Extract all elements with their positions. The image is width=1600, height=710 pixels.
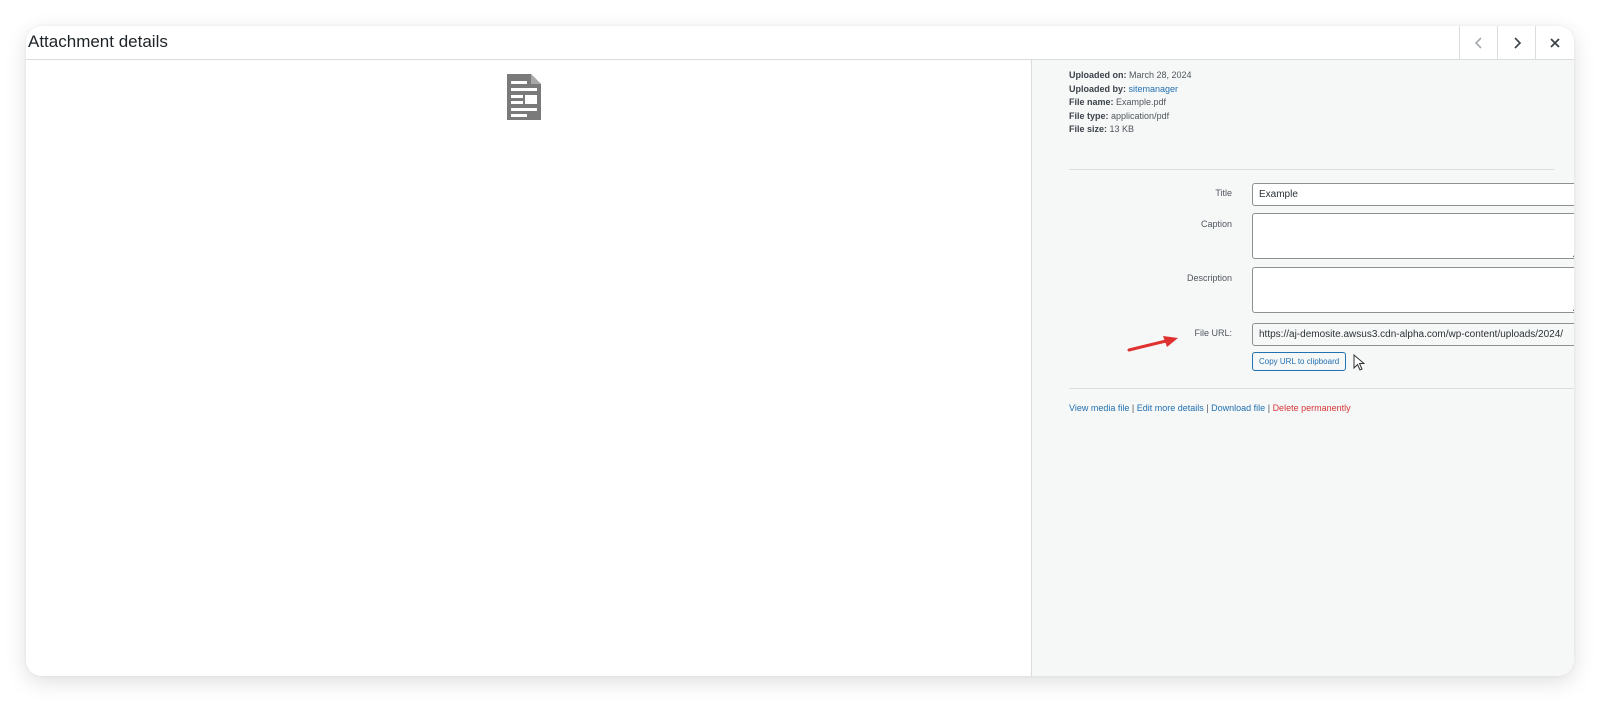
- file-size: File size: 13 KB: [1069, 123, 1192, 137]
- modal-header: Attachment details: [26, 26, 1574, 60]
- attachment-details-sidebar: Uploaded on: March 28, 2024 Uploaded by:…: [1031, 60, 1574, 676]
- attachment-preview: [26, 60, 1031, 676]
- file-type: File type: application/pdf: [1069, 110, 1192, 124]
- actions-separator: |: [1131, 403, 1135, 413]
- caption-textarea[interactable]: [1252, 213, 1574, 259]
- attachment-details-modal: Attachment details Uploaded on: March 28…: [26, 26, 1574, 676]
- modal-title: Attachment details: [28, 32, 168, 51]
- edit-more-details-link[interactable]: Edit more details: [1137, 403, 1204, 413]
- description-textarea[interactable]: [1252, 267, 1574, 313]
- view-media-file-link[interactable]: View media file: [1069, 403, 1129, 413]
- chevron-left-icon: [1472, 36, 1486, 50]
- previous-button[interactable]: [1459, 26, 1498, 59]
- meta-divider: [1069, 169, 1554, 170]
- file-size-label: File size:: [1069, 124, 1108, 134]
- document-icon: [505, 72, 543, 127]
- annotation-arrow-icon: [1126, 334, 1182, 359]
- uploaded-on: Uploaded on: March 28, 2024: [1069, 69, 1192, 83]
- file-name-value: Example.pdf: [1116, 97, 1167, 107]
- file-name: File name: Example.pdf: [1069, 96, 1192, 110]
- copy-url-button[interactable]: Copy URL to clipboard: [1252, 352, 1347, 371]
- file-type-value: application/pdf: [1111, 110, 1170, 121]
- chevron-right-icon: [1510, 36, 1524, 50]
- actions-divider: [1069, 388, 1574, 389]
- next-button[interactable]: [1497, 26, 1536, 59]
- file-url-input[interactable]: [1252, 323, 1574, 346]
- uploaded-by-label: Uploaded by:: [1069, 83, 1127, 94]
- uploaded-by: Uploaded by: sitemanager: [1069, 83, 1192, 97]
- file-name-label: File name:: [1069, 97, 1114, 107]
- actions-separator: |: [1267, 403, 1271, 413]
- download-file-link[interactable]: Download file: [1211, 403, 1265, 413]
- file-size-value: 13 KB: [1109, 124, 1135, 134]
- close-icon: [1549, 37, 1561, 49]
- title-input[interactable]: [1252, 183, 1574, 206]
- attachment-actions: View media file | Edit more details | Do…: [1069, 403, 1351, 413]
- mouse-cursor-icon: [1353, 353, 1366, 377]
- uploaded-by-link[interactable]: sitemanager: [1129, 84, 1179, 94]
- caption-label: Caption: [1200, 219, 1232, 229]
- description-label: Description: [1186, 273, 1232, 283]
- uploaded-on-value: March 28, 2024: [1129, 70, 1192, 80]
- file-meta: Uploaded on: March 28, 2024 Uploaded by:…: [1069, 69, 1192, 137]
- close-button[interactable]: [1535, 26, 1574, 59]
- delete-permanently-link[interactable]: Delete permanently: [1273, 403, 1351, 413]
- title-label: Title: [1215, 188, 1232, 198]
- file-type-label: File type:: [1069, 110, 1109, 121]
- uploaded-on-label: Uploaded on:: [1069, 70, 1127, 80]
- actions-separator: |: [1206, 403, 1209, 413]
